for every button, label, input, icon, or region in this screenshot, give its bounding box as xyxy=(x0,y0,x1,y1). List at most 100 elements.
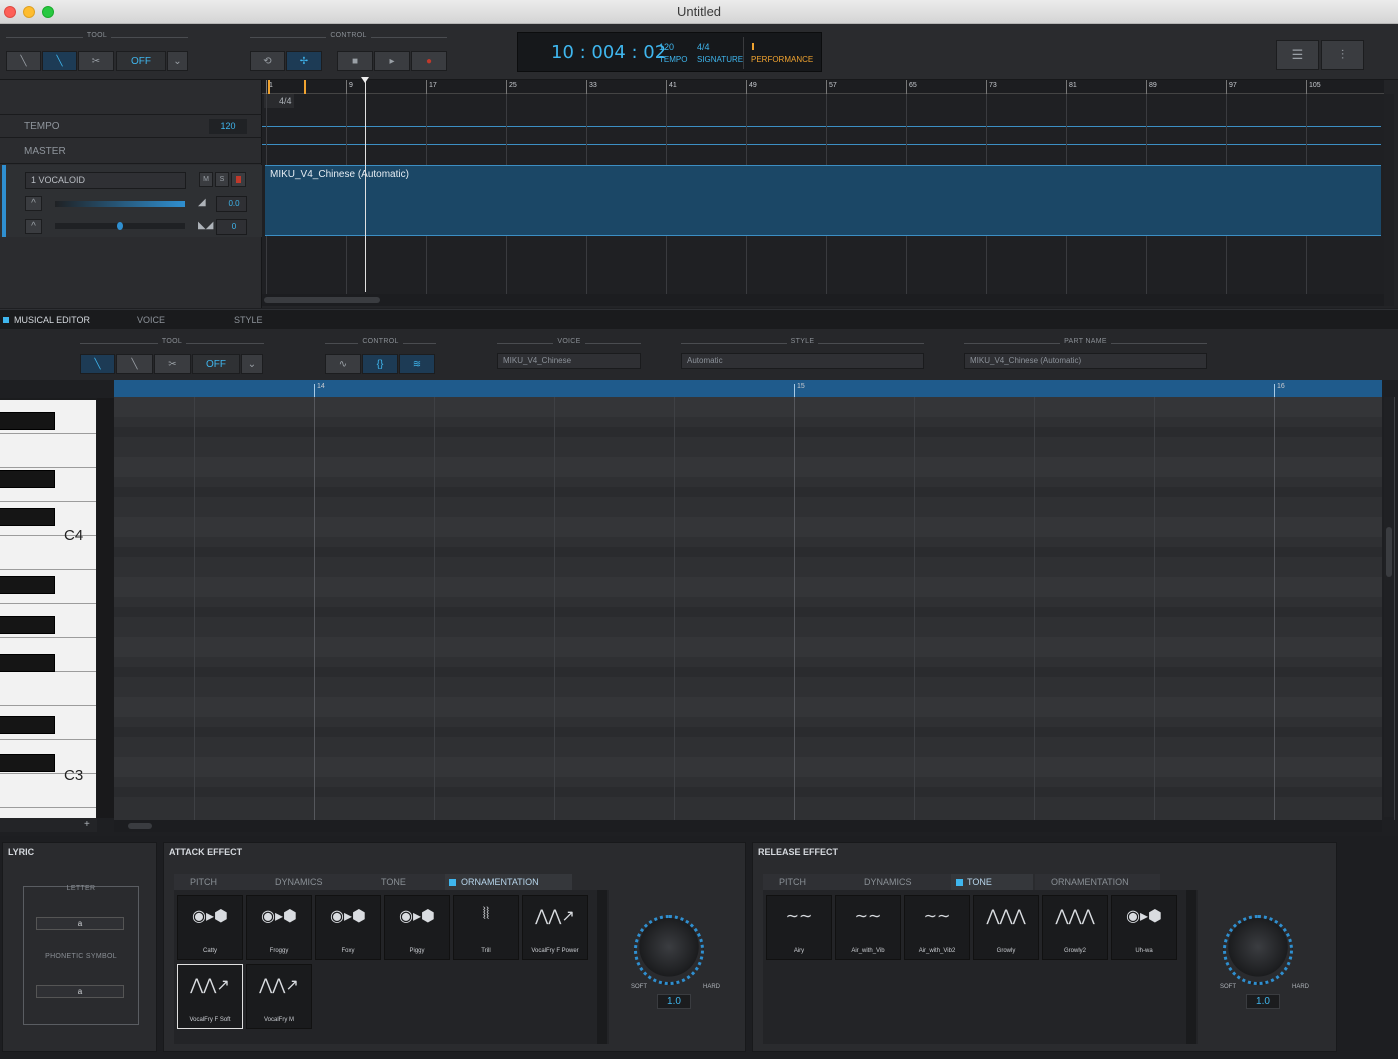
attack-effect-tile[interactable]: ⋀⋀↗ VocalFry F Power xyxy=(522,895,588,960)
black-key[interactable] xyxy=(0,654,55,672)
master-track-header[interactable]: MASTER xyxy=(0,140,262,164)
attack-effect-tile[interactable]: ◉▸⬢ Foxy xyxy=(315,895,381,960)
mixer-button[interactable]: ⫶ xyxy=(1321,40,1364,70)
roll-hscroll-thumb[interactable] xyxy=(128,823,152,829)
roll-vscroll[interactable] xyxy=(1384,397,1394,817)
style-field[interactable]: Automatic xyxy=(681,353,924,369)
attack-effect-tile[interactable]: ◉▸⬢ Catty xyxy=(177,895,243,960)
release-tab-ornamentation[interactable]: ORNAMENTATION xyxy=(1035,874,1160,890)
pointer-tool-button[interactable]: ╲ xyxy=(6,51,41,71)
piano-keyboard[interactable]: C4 C3 xyxy=(0,398,97,818)
attack-tile-scroll[interactable] xyxy=(597,890,607,1044)
editor-snap-dropdown[interactable]: ⌄ xyxy=(241,354,263,374)
attack-effect-tile[interactable]: ⦚⦚ Trill xyxy=(453,895,519,960)
part-name-field[interactable]: MIKU_V4_Chinese (Automatic) xyxy=(964,353,1207,369)
release-knob[interactable] xyxy=(1223,915,1293,985)
track-name-field[interactable]: 1 VOCALOID xyxy=(25,172,186,189)
list-view-button[interactable]: ☰ xyxy=(1276,40,1319,70)
tab-style[interactable]: STYLE xyxy=(220,310,310,330)
attack-tab-pitch[interactable]: PITCH xyxy=(174,874,259,890)
pan-knob[interactable] xyxy=(117,222,123,230)
playhead[interactable] xyxy=(365,78,366,292)
release-effect-tile[interactable]: ◉▸⬢ Uh-wa xyxy=(1111,895,1177,960)
tempo-value[interactable]: 120 xyxy=(659,42,674,52)
record-arm-button[interactable] xyxy=(231,172,246,187)
pencil-tool-button[interactable]: ╲ xyxy=(42,51,77,71)
song-vscroll[interactable] xyxy=(1384,94,1394,306)
volume-value[interactable]: 0.0 xyxy=(216,196,247,212)
plus-icon[interactable]: + xyxy=(84,819,90,830)
piano-roll-ruler[interactable]: 14 15 16 xyxy=(114,380,1382,397)
vibrato-button[interactable]: ≋ xyxy=(399,354,435,374)
minimize-window-button[interactable] xyxy=(23,6,35,18)
release-effect-tile[interactable]: ∼∼ Air_with_Vib2 xyxy=(904,895,970,960)
song-hscroll[interactable] xyxy=(262,294,1384,306)
release-tab-dynamics[interactable]: DYNAMICS xyxy=(848,874,951,890)
black-key[interactable] xyxy=(0,616,55,634)
attack-value[interactable]: 1.0 xyxy=(657,994,691,1009)
black-key[interactable] xyxy=(0,754,55,772)
vocaloid-track-header[interactable]: 1 VOCALOID M S ^ ◢ 0.0 ^ ◣◢ 0 xyxy=(0,165,262,237)
follow-button[interactable]: ✢ xyxy=(286,51,322,71)
tempo-track-header[interactable]: TEMPO 120 xyxy=(0,114,262,138)
song-ruler[interactable]: 1 9 17 25 33 41 49 57 65 73 81 89 97 105 xyxy=(262,80,1384,94)
snap-select[interactable]: OFF xyxy=(116,51,166,71)
loop-button[interactable]: ⟲ xyxy=(250,51,285,71)
mute-button[interactable]: M xyxy=(199,172,213,187)
black-key[interactable] xyxy=(0,412,55,430)
editor-pencil-tool[interactable]: ╲ xyxy=(80,354,115,374)
roll-hscroll[interactable] xyxy=(114,820,1382,832)
loop-marker[interactable] xyxy=(304,80,306,94)
attack-knob-dial[interactable] xyxy=(634,915,704,985)
attack-effect-tile[interactable]: ⋀⋀↗ VocalFry M xyxy=(246,964,312,1029)
piano-roll-grid[interactable] xyxy=(114,380,1395,820)
voice-field[interactable]: MIKU_V4_Chinese xyxy=(497,353,641,369)
pan-slider[interactable] xyxy=(55,222,185,230)
snap-dropdown-button[interactable]: ⌄ xyxy=(167,51,188,71)
attack-effect-tile[interactable]: ⋀⋀↗ VocalFry F Soft xyxy=(177,964,243,1029)
tempo-track-value[interactable]: 120 xyxy=(209,119,247,134)
performance-label[interactable]: PERFORMANCE xyxy=(751,55,813,64)
black-key[interactable] xyxy=(0,716,55,734)
pan-value[interactable]: 0 xyxy=(216,219,247,235)
release-tile-scroll[interactable] xyxy=(1186,890,1196,1044)
zoom-window-button[interactable] xyxy=(42,6,54,18)
release-effect-tile[interactable]: ∼∼ Air_with_Vib xyxy=(835,895,901,960)
pitch-curve-button[interactable]: ∿ xyxy=(325,354,361,374)
release-effect-tile[interactable]: ∼∼ Airy xyxy=(766,895,832,960)
expand-button[interactable]: ^ xyxy=(25,196,42,211)
tab-musical-editor[interactable]: MUSICAL EDITOR xyxy=(0,310,115,330)
attack-effect-tile[interactable]: ◉▸⬢ Piggy xyxy=(384,895,450,960)
black-key[interactable] xyxy=(0,508,55,526)
editor-scissors-tool[interactable]: ✂ xyxy=(154,354,191,374)
letter-field[interactable]: a xyxy=(36,917,124,930)
roll-vscroll-thumb[interactable] xyxy=(1386,527,1392,577)
play-button[interactable]: ▸ xyxy=(374,51,410,71)
release-tab-tone[interactable]: TONE xyxy=(951,874,1033,890)
scissors-tool-button[interactable]: ✂ xyxy=(78,51,114,71)
signature-value[interactable]: 4/4 xyxy=(697,42,710,52)
phonetic-field[interactable]: a xyxy=(36,985,124,998)
close-window-button[interactable] xyxy=(4,6,16,18)
volume-slider[interactable] xyxy=(55,201,185,207)
release-value[interactable]: 1.0 xyxy=(1246,994,1280,1009)
attack-knob[interactable] xyxy=(634,915,704,985)
attack-tab-ornamentation[interactable]: ORNAMENTATION xyxy=(445,874,572,890)
black-key[interactable] xyxy=(0,576,55,594)
tab-voice[interactable]: VOICE xyxy=(123,310,218,330)
attack-tab-tone[interactable]: TONE xyxy=(365,874,445,890)
attack-tab-dynamics[interactable]: DYNAMICS xyxy=(259,874,365,890)
editor-snap-select[interactable]: OFF xyxy=(192,354,240,374)
note-expression-button[interactable]: {} xyxy=(362,354,398,374)
black-key[interactable] xyxy=(0,470,55,488)
release-tab-pitch[interactable]: PITCH xyxy=(763,874,848,890)
white-key[interactable] xyxy=(0,672,96,706)
white-key[interactable] xyxy=(0,808,96,818)
signature-marker[interactable]: 4/4 xyxy=(264,94,294,108)
playhead-marker[interactable] xyxy=(361,77,369,83)
editor-line-tool[interactable]: ╲ xyxy=(116,354,153,374)
stop-button[interactable]: ■ xyxy=(337,51,373,71)
song-hscroll-thumb[interactable] xyxy=(264,297,380,303)
record-button[interactable]: ● xyxy=(411,51,447,71)
expand-button-2[interactable]: ^ xyxy=(25,219,42,234)
